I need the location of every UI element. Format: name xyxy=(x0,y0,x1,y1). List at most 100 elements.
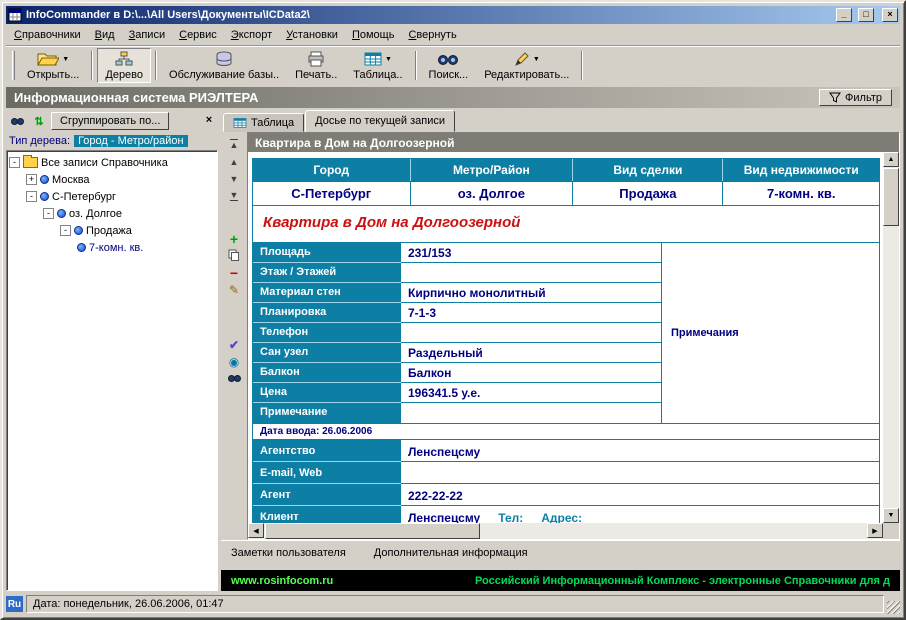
summary-value-type: 7-комн. кв. xyxy=(722,182,879,205)
user-notes-link[interactable]: Заметки пользователя xyxy=(231,547,346,559)
toolbar-separator xyxy=(415,51,417,80)
close-button[interactable]: × xyxy=(882,8,898,22)
last-record-button[interactable]: ▼ xyxy=(224,187,244,204)
table-icon xyxy=(364,51,382,67)
tree-node-prodazha[interactable]: - Продажа xyxy=(9,222,215,239)
pencil-icon xyxy=(514,51,530,67)
contact-grid: Агентство Ленспецсму E-mail, Web Агент 2… xyxy=(253,439,879,523)
tree-node-label[interactable]: 7-комн. кв. xyxy=(89,242,143,254)
group-by-button[interactable]: Сгруппировать по... xyxy=(51,112,169,130)
property-grid: Площадь 231/153 Этаж / Этажей Материал с… xyxy=(253,242,879,423)
collapse-icon[interactable]: - xyxy=(43,208,54,219)
prop-value-note xyxy=(401,403,661,423)
sidebar-search-button[interactable] xyxy=(7,112,27,130)
dropdown-arrow-icon[interactable]: ▼ xyxy=(385,56,392,63)
toolbar-drag-handle[interactable] xyxy=(12,51,15,80)
next-record-button[interactable]: ▼ xyxy=(224,170,244,187)
summary-value-row: С-Петербург оз. Долгое Продажа 7-комн. к… xyxy=(253,181,879,205)
first-record-button[interactable]: ▲ xyxy=(224,136,244,153)
maximize-button[interactable]: □ xyxy=(858,8,874,22)
additional-info-link[interactable]: Дополнительная информация xyxy=(374,547,528,559)
collapse-icon[interactable]: - xyxy=(26,191,37,202)
prop-value-phone xyxy=(401,323,661,343)
tree-node-moscow[interactable]: + Москва xyxy=(9,171,215,188)
tree-node-label[interactable]: Все записи Справочника xyxy=(41,157,168,169)
promo-url[interactable]: www.rosinfocom.ru xyxy=(231,575,333,587)
database-maintenance-button[interactable]: Обслуживание базы.. xyxy=(161,48,287,83)
summary-header-city: Город xyxy=(253,159,410,181)
horizontal-scrollbar[interactable]: ◀ ▶ xyxy=(248,523,899,539)
tree-type-value[interactable]: Город - Метро/район xyxy=(74,135,187,147)
scroll-right-icon[interactable]: ▶ xyxy=(867,523,883,538)
summary-header-metro: Метро/Район xyxy=(410,159,573,181)
dropdown-arrow-icon[interactable]: ▼ xyxy=(62,56,69,63)
client-address-label: Адрес: xyxy=(541,511,582,523)
resize-grip-icon[interactable] xyxy=(887,601,900,614)
edit-button[interactable]: ▼ Редактировать... xyxy=(476,48,577,83)
scroll-left-icon[interactable]: ◀ xyxy=(248,523,264,538)
menu-servis[interactable]: Сервис xyxy=(173,27,225,43)
expand-icon[interactable]: + xyxy=(26,174,37,185)
filter-button[interactable]: Фильтр xyxy=(819,89,892,106)
menu-ustanovki[interactable]: Установки xyxy=(280,27,346,43)
contact-label-client: Клиент xyxy=(253,506,401,523)
sidebar-close-button[interactable]: × xyxy=(201,113,217,129)
globe-button[interactable]: ◉ xyxy=(224,353,244,370)
database-icon xyxy=(215,51,233,67)
menu-svernut[interactable]: Свернуть xyxy=(402,27,464,43)
tree-node-label[interactable]: Москва xyxy=(52,174,90,186)
menu-zapisi[interactable]: Записи xyxy=(123,27,174,43)
vertical-scrollbar[interactable]: ▲ ▼ xyxy=(883,152,899,523)
titlebar[interactable]: InfoCommander в D:\...\All Users\Докумен… xyxy=(6,6,900,24)
table-button[interactable]: ▼ Таблица.. xyxy=(345,48,410,83)
folder-icon xyxy=(23,157,38,168)
prop-value-floor xyxy=(401,263,661,283)
tree-node-root[interactable]: - Все записи Справочника xyxy=(9,154,215,171)
menu-pomosch[interactable]: Помощь xyxy=(346,27,403,43)
collapse-icon[interactable]: - xyxy=(9,157,20,168)
menu-vid[interactable]: Вид xyxy=(89,27,123,43)
open-button[interactable]: ▼ Открыть... xyxy=(19,48,87,83)
tree-node-label[interactable]: Продажа xyxy=(86,225,132,237)
summary-value-metro: оз. Долгое xyxy=(410,182,573,205)
table-tab-icon xyxy=(233,117,247,129)
scroll-down-icon[interactable]: ▼ xyxy=(883,508,899,523)
delete-record-button[interactable]: − xyxy=(224,264,244,281)
tree-button[interactable]: Дерево xyxy=(97,48,151,83)
language-indicator[interactable]: Ru xyxy=(6,596,23,612)
horizontal-scroll-thumb[interactable] xyxy=(265,523,480,539)
confirm-button[interactable]: ✔ xyxy=(224,336,244,353)
tab-dossier[interactable]: Досье по текущей записи xyxy=(305,110,455,132)
print-button[interactable]: Печать.. xyxy=(287,48,345,83)
tree-node-label[interactable]: С-Петербург xyxy=(52,191,116,203)
summary-value-deal: Продажа xyxy=(572,182,722,205)
edit-record-button[interactable]: ✎ xyxy=(224,281,244,298)
contact-value-agency: Ленспецсму xyxy=(401,440,879,462)
add-record-button[interactable]: + xyxy=(224,230,244,247)
scroll-up-icon[interactable]: ▲ xyxy=(883,152,899,167)
tree-node-spb[interactable]: - С-Петербург xyxy=(9,188,215,205)
vertical-scroll-thumb[interactable] xyxy=(883,168,899,226)
tree-type-row: Тип дерева: Город - Метро/район xyxy=(6,132,218,150)
prop-label-phone: Телефон xyxy=(253,323,401,343)
tree-node-7room[interactable]: 7-комн. кв. xyxy=(9,239,215,256)
tab-table[interactable]: Таблица xyxy=(223,113,304,132)
prev-record-button[interactable]: ▲ xyxy=(224,153,244,170)
dropdown-arrow-icon[interactable]: ▼ xyxy=(533,56,540,63)
menu-spravochniki[interactable]: Справочники xyxy=(8,27,89,43)
collapse-icon[interactable]: - xyxy=(60,225,71,236)
sidebar-refresh-button[interactable]: ⇅ xyxy=(29,112,49,130)
prop-value-price: 196341.5 у.е. xyxy=(401,383,661,403)
minimize-button[interactable]: _ xyxy=(836,8,852,22)
app-header: Информационная система РИЭЛТЕРА Фильтр xyxy=(6,87,900,108)
find-button[interactable] xyxy=(224,370,244,387)
copy-record-button[interactable] xyxy=(224,247,244,264)
menu-eksport[interactable]: Экспорт xyxy=(225,27,280,43)
prop-label-bathroom: Сан узел xyxy=(253,343,401,363)
tree-node-label[interactable]: оз. Долгое xyxy=(69,208,122,220)
tree-node-oz-dolgoe[interactable]: - оз. Долгое xyxy=(9,205,215,222)
records-tree[interactable]: - Все записи Справочника + Москва - С-Пе… xyxy=(6,150,218,591)
record-content: Город Метро/Район Вид сделки Вид недвижи… xyxy=(248,152,883,523)
bottom-tabs: Заметки пользователя Дополнительная инфо… xyxy=(221,540,900,564)
search-button[interactable]: Поиск... xyxy=(421,48,477,83)
